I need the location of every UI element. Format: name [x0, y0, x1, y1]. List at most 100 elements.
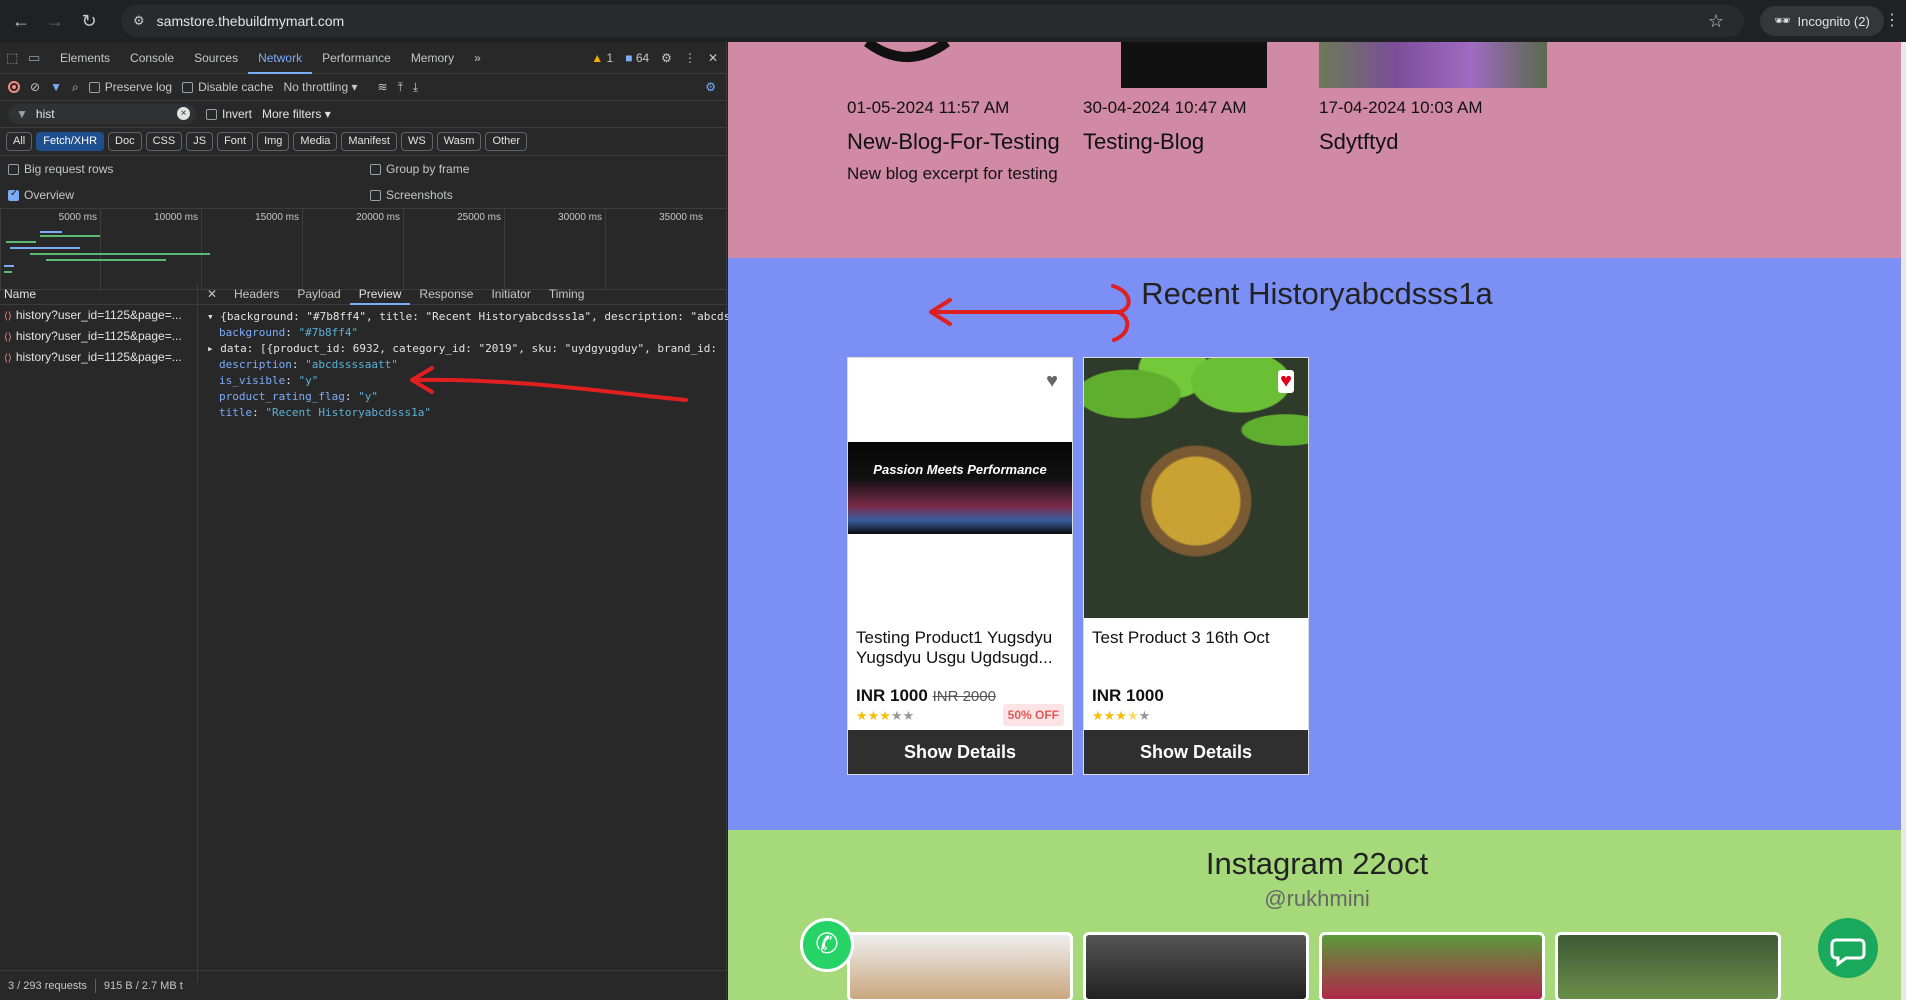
reload-icon[interactable]: ↻: [72, 4, 106, 38]
instagram-post[interactable]: [1555, 932, 1781, 1000]
instagram-handle[interactable]: @rukhmini: [728, 886, 1906, 912]
product-image[interactable]: ♥ Passion Meets Performance: [848, 358, 1072, 618]
invert-checkbox[interactable]: Invert: [206, 107, 252, 121]
show-details-button[interactable]: Show Details: [848, 730, 1072, 774]
tab-console[interactable]: Console: [120, 42, 184, 74]
tab-elements[interactable]: Elements: [50, 42, 120, 74]
blog-card[interactable]: 30-04-2024 10:47 AM Testing-Blog: [1083, 42, 1313, 154]
instagram-post[interactable]: [847, 932, 1073, 1000]
product-image[interactable]: ♥: [1084, 358, 1308, 618]
browser-toolbar: ← → ↻ ⚙ samstore.thebuildmymart.com ☆ 🕶 …: [0, 0, 1906, 42]
json-root-line[interactable]: ▾ {background: "#7b8ff4", title: "Recent…: [207, 309, 750, 325]
network-conditions-icon[interactable]: ≋: [378, 80, 388, 94]
import-har-icon[interactable]: ⤒: [398, 80, 403, 95]
browser-menu-icon[interactable]: ⋮: [1884, 10, 1900, 30]
disable-cache-checkbox[interactable]: Disable cache: [182, 80, 273, 94]
type-filter-js[interactable]: JS: [186, 132, 214, 151]
blog-card[interactable]: 17-04-2024 10:03 AM Sdytftyd: [1319, 42, 1549, 154]
close-detail-icon[interactable]: ✕: [199, 287, 225, 301]
site-info-icon[interactable]: ⚙: [133, 13, 145, 29]
preserve-log-checkbox[interactable]: Preserve log: [88, 80, 172, 94]
tab-performance[interactable]: Performance: [312, 42, 401, 74]
whatsapp-icon[interactable]: ✆: [800, 918, 854, 972]
blog-thumbnail[interactable]: [847, 42, 1077, 88]
device-toolbar-icon[interactable]: ▭: [28, 50, 50, 66]
clear-filter-icon[interactable]: ×: [177, 107, 190, 120]
filter-input[interactable]: ▼ hist ×: [8, 104, 196, 124]
more-filters-dropdown[interactable]: More filters ▾: [262, 107, 331, 121]
inspect-element-icon[interactable]: ⬚: [6, 50, 28, 66]
blog-thumbnail[interactable]: [1083, 42, 1313, 88]
wishlist-heart-filled-icon[interactable]: ♥: [1278, 370, 1294, 393]
address-bar[interactable]: ⚙ samstore.thebuildmymart.com ☆: [121, 5, 1744, 37]
json-prop-data[interactable]: ▸ data: [{product_id: 6932, category_id:…: [207, 341, 727, 357]
export-har-icon[interactable]: ⤓: [413, 80, 418, 95]
clear-icon[interactable]: ⊘: [30, 80, 40, 94]
instagram-post[interactable]: [1083, 932, 1309, 1000]
type-filter-img[interactable]: Img: [257, 132, 290, 151]
instagram-post[interactable]: [1319, 932, 1545, 1000]
type-filter-doc[interactable]: Doc: [108, 132, 142, 151]
screenshots-label: Screenshots: [386, 188, 453, 202]
product-title[interactable]: Testing Product1 Yugsdyu Yugsdyu Usgu Ug…: [848, 618, 1072, 680]
product-card[interactable]: ♥ Passion Meets Performance Testing Prod…: [847, 357, 1073, 775]
group-by-frame-checkbox[interactable]: Group by frame: [370, 162, 469, 176]
wishlist-heart-icon[interactable]: ♥: [1046, 370, 1058, 393]
tab-network[interactable]: Network: [248, 42, 313, 74]
more-tabs-icon[interactable]: »: [464, 42, 491, 74]
network-settings-icon[interactable]: ⚙: [705, 80, 716, 94]
messages-counter[interactable]: ■ 64: [625, 51, 649, 65]
request-row[interactable]: ⟨⟩ history?user_id=1125&page=...: [0, 305, 197, 326]
timeline-tick: 5000 ms: [0, 209, 100, 291]
tab-initiator[interactable]: Initiator: [482, 283, 539, 305]
overview-checkbox[interactable]: Overview: [8, 188, 74, 202]
devtools-menu-icon[interactable]: ⋮: [684, 51, 696, 65]
blog-card[interactable]: 01-05-2024 11:57 AM New-Blog-For-Testing…: [847, 42, 1077, 184]
product-title[interactable]: Test Product 3 16th Oct: [1084, 618, 1308, 680]
type-filter-media[interactable]: Media: [293, 132, 338, 151]
screenshots-checkbox[interactable]: Screenshots: [370, 188, 453, 202]
settings-gear-icon[interactable]: ⚙: [661, 51, 672, 65]
bookmark-star-icon[interactable]: ☆: [1708, 11, 1724, 32]
name-column-header[interactable]: Name: [0, 283, 197, 305]
type-filter-manifest[interactable]: Manifest: [341, 132, 397, 151]
blog-thumbnail[interactable]: [1319, 42, 1549, 88]
tab-headers[interactable]: Headers: [225, 283, 288, 305]
show-details-button[interactable]: Show Details: [1084, 730, 1308, 774]
blog-title[interactable]: Sdytftyd: [1319, 130, 1549, 154]
tab-response[interactable]: Response: [410, 283, 482, 305]
network-toolbar: ⊘ ▼ ⌕ Preserve log Disable cache No thro…: [0, 74, 726, 101]
type-filter-ws[interactable]: WS: [400, 132, 433, 151]
incognito-badge[interactable]: 🕶 Incognito (2): [1760, 6, 1884, 36]
tab-sources[interactable]: Sources: [184, 42, 248, 74]
record-icon[interactable]: [8, 81, 20, 93]
network-overview-timeline[interactable]: 5000 ms 10000 ms 15000 ms 20000 ms 25000…: [0, 208, 726, 291]
request-row[interactable]: ⟨⟩ history?user_id=1125&page=...: [0, 326, 197, 347]
blog-title[interactable]: Testing-Blog: [1083, 130, 1313, 154]
tab-payload[interactable]: Payload: [288, 283, 349, 305]
tick-label: 35000 ms: [659, 212, 703, 223]
forward-icon[interactable]: →: [38, 4, 72, 38]
request-row[interactable]: ⟨⟩ history?user_id=1125&page=...: [0, 347, 197, 368]
filter-icon[interactable]: ▼: [50, 80, 62, 94]
tab-preview[interactable]: Preview: [349, 283, 411, 305]
product-card[interactable]: ♥ Test Product 3 16th Oct INR 1000 ★★★★★…: [1083, 357, 1309, 775]
search-icon[interactable]: ⌕: [72, 80, 79, 95]
type-filter-css[interactable]: CSS: [145, 132, 183, 151]
close-devtools-icon[interactable]: ✕: [708, 51, 718, 65]
type-filter-font[interactable]: Font: [217, 132, 254, 151]
type-filter-fetch-xhr[interactable]: Fetch/XHR: [36, 132, 105, 151]
chat-bubble-icon[interactable]: [1818, 918, 1878, 978]
type-filter-other[interactable]: Other: [485, 132, 527, 151]
throttling-select[interactable]: No throttling ▾: [283, 80, 357, 94]
type-filter-wasm[interactable]: Wasm: [436, 132, 482, 151]
tab-timing[interactable]: Timing: [540, 283, 594, 305]
tab-memory[interactable]: Memory: [401, 42, 464, 74]
type-filter-all[interactable]: All: [6, 132, 33, 151]
page-scrollbar[interactable]: [1901, 42, 1906, 1000]
warnings-counter[interactable]: ▲ 1: [591, 51, 613, 65]
big-request-rows-checkbox[interactable]: Big request rows: [8, 162, 113, 176]
blog-title[interactable]: New-Blog-For-Testing: [847, 130, 1077, 154]
waterfall-bar: [4, 271, 12, 273]
back-icon[interactable]: ←: [4, 4, 38, 38]
